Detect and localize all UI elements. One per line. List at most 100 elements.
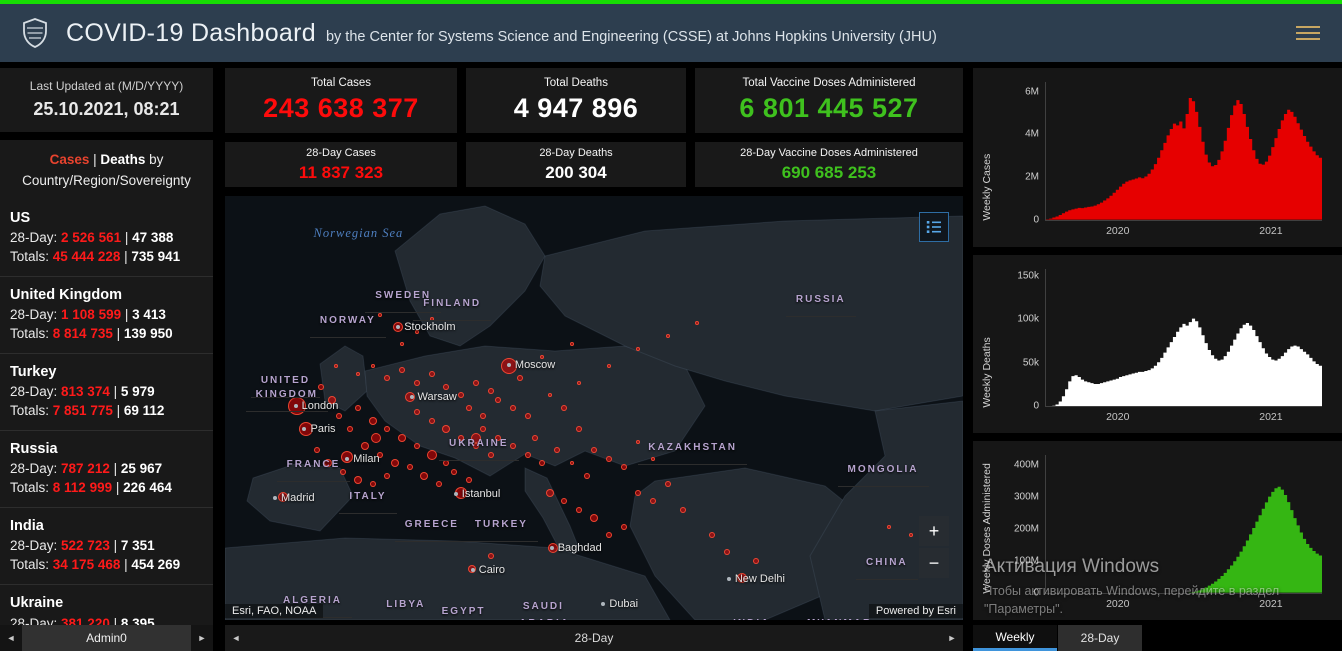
country-28day-line: 28-Day: 813 374 | 5 979 [10, 383, 203, 402]
map-label-country: EGYPT [432, 597, 496, 620]
map-time-label: 28-Day [247, 631, 941, 645]
stat-label: 28-Day Deaths [466, 147, 686, 159]
x-tick-label: 2020 [1106, 225, 1129, 237]
chart-series-weekly-cases [1046, 82, 1322, 220]
country-list-item[interactable]: United Kingdom28-Day: 1 108 599 | 3 413T… [0, 277, 213, 354]
country-list-item[interactable]: Turkey28-Day: 813 374 | 5 979Totals: 7 8… [0, 354, 213, 431]
map-next-arrow-icon[interactable]: ► [941, 633, 963, 643]
map-label-city: Milan [345, 453, 379, 465]
legend-button[interactable] [919, 212, 949, 242]
country-totals-line: Totals: 45 444 228 | 735 941 [10, 248, 203, 267]
map-label-country: TURKEY [465, 510, 538, 542]
powered-by-esri[interactable]: Powered by Esri [869, 604, 963, 618]
tab-bar-filler [1142, 625, 1342, 651]
map-label-city: Madrid [273, 492, 315, 504]
map-label-country: KAZAKHSTAN [638, 433, 747, 465]
map-label-sea: Norwegian Sea [314, 226, 404, 241]
cases-word: Cases [50, 152, 90, 167]
chart-plot-area[interactable]: 0100M200M300M400M20202021 [1045, 455, 1322, 594]
stat-value: 243 638 377 [225, 93, 457, 124]
map-label-country: UNITED [251, 366, 320, 398]
stat-label: Total Vaccine Doses Administered [695, 77, 963, 89]
zoom-out-button[interactable]: − [919, 548, 949, 578]
app-title: COVID-19 Dashboard [66, 19, 316, 48]
country-list-item[interactable]: US28-Day: 2 526 561 | 47 388Totals: 45 4… [0, 200, 213, 277]
chart-series-weekly-deaths [1046, 269, 1322, 407]
country-list-item[interactable]: Ukraine28-Day: 381 220 | 8 395Totals: 2 … [0, 585, 213, 625]
covid-dashboard: COVID-19 Dashboard by the Center for Sys… [0, 0, 1342, 651]
country-name: United Kingdom [10, 285, 203, 305]
map-label-country: RUSSIA [786, 285, 856, 317]
map-prev-arrow-icon[interactable]: ◄ [225, 633, 247, 643]
chart-weekly-deaths: Weekly Deaths050k100k150k20202021 [973, 255, 1342, 434]
chart-y-axis-title: Weekly Doses Administered [981, 441, 993, 594]
legend-list-icon [926, 220, 942, 234]
country-totals-line: Totals: 8 814 735 | 139 950 [10, 325, 203, 344]
app-subtitle: by the Center for Systems Science and En… [326, 29, 937, 45]
stat-28day-cases: 28-Day Cases 11 837 323 [225, 142, 457, 187]
stat-label: 28-Day Vaccine Doses Administered [695, 147, 963, 159]
y-tick-label: 50k [1023, 357, 1039, 368]
map-label-city: Baghdad [550, 542, 602, 554]
country-list: US28-Day: 2 526 561 | 47 388Totals: 45 4… [0, 200, 213, 625]
country-list-item[interactable]: Russia28-Day: 787 212 | 25 967Totals: 8 … [0, 431, 213, 508]
country-list-panel: Cases | Deaths by Country/Region/Soverei… [0, 140, 213, 625]
map-label-country: ARABIA [509, 609, 580, 620]
y-tick-label: 400M [1014, 459, 1039, 470]
admin-next-arrow-icon[interactable]: ► [191, 633, 213, 643]
map-attribution: Esri, FAO, NOAA [225, 604, 323, 618]
y-tick-label: 6M [1025, 86, 1039, 97]
last-updated-panel: Last Updated at (M/D/YYYY) 25.10.2021, 0… [0, 68, 213, 132]
map-label-country: KINGDOM [246, 380, 328, 412]
country-totals-line: Totals: 7 851 775 | 69 112 [10, 402, 203, 421]
map-label-country: INDIA [723, 609, 780, 620]
chart-plot-area[interactable]: 050k100k150k20202021 [1045, 269, 1322, 408]
last-updated-label: Last Updated at (M/D/YYYY) [0, 79, 213, 93]
stat-value: 690 685 253 [695, 163, 963, 183]
header-separator: | [89, 152, 100, 167]
zoom-control: + − [919, 516, 949, 580]
map-label-city: Stockholm [396, 321, 455, 333]
map-label-city: Warsaw [410, 391, 457, 403]
menu-icon[interactable] [1292, 18, 1324, 48]
stat-value: 200 304 [466, 163, 686, 183]
map-label-layer: Norwegian SeaSWEDENFINLANDNORWAYRUSSIAUN… [225, 196, 963, 620]
stat-value: 6 801 445 527 [695, 93, 963, 124]
stat-label: 28-Day Cases [225, 147, 457, 159]
tab-28-day[interactable]: 28-Day [1058, 625, 1142, 651]
map-label-city: Moscow [507, 359, 555, 371]
jhu-logo [18, 16, 52, 50]
country-totals-line: Totals: 34 175 468 | 454 269 [10, 556, 203, 575]
admin-level-bar: ◄ Admin0 ► [0, 625, 213, 651]
map-panel[interactable]: Norwegian SeaSWEDENFINLANDNORWAYRUSSIAUN… [225, 196, 963, 620]
chart-y-axis-title: Weekly Cases [981, 68, 993, 221]
chart-plot-area[interactable]: 02M4M6M20202021 [1045, 82, 1322, 221]
map-label-country: FRANCE [277, 450, 351, 482]
country-list-item[interactable]: India28-Day: 522 723 | 7 351Totals: 34 1… [0, 508, 213, 585]
country-totals-line: Totals: 8 112 999 | 226 464 [10, 479, 203, 498]
country-list-header: Cases | Deaths by Country/Region/Soverei… [0, 140, 213, 200]
tab-weekly[interactable]: Weekly [973, 625, 1057, 651]
stat-28day-deaths: 28-Day Deaths 200 304 [466, 142, 686, 187]
y-tick-label: 0 [1033, 401, 1039, 412]
y-tick-label: 300M [1014, 491, 1039, 502]
map-label-city: London [294, 400, 339, 412]
admin-prev-arrow-icon[interactable]: ◄ [0, 633, 22, 643]
stat-value: 4 947 896 [466, 93, 686, 124]
zoom-in-button[interactable]: + [919, 516, 949, 546]
map-label-country: SWEDEN [365, 281, 441, 313]
stat-label: Total Cases [225, 77, 457, 89]
x-tick-label: 2020 [1106, 411, 1129, 423]
country-name: Turkey [10, 362, 203, 382]
chart-weekly-cases: Weekly Cases 02M4M6M20202021 [973, 68, 1342, 247]
header-line2: Country/Region/Sovereignty [4, 171, 209, 192]
stat-28day-vaccine-doses: 28-Day Vaccine Doses Administered 690 68… [695, 142, 963, 187]
y-tick-label: 0 [1033, 214, 1039, 225]
stat-total-cases: Total Cases 243 638 377 [225, 68, 457, 133]
map-label-country: LIBYA [376, 590, 435, 620]
map-label-city: Paris [302, 423, 335, 435]
by-word: by [145, 152, 163, 167]
deaths-word: Deaths [100, 152, 145, 167]
map-label-country: ITALY [339, 482, 396, 514]
stat-total-deaths: Total Deaths 4 947 896 [466, 68, 686, 133]
